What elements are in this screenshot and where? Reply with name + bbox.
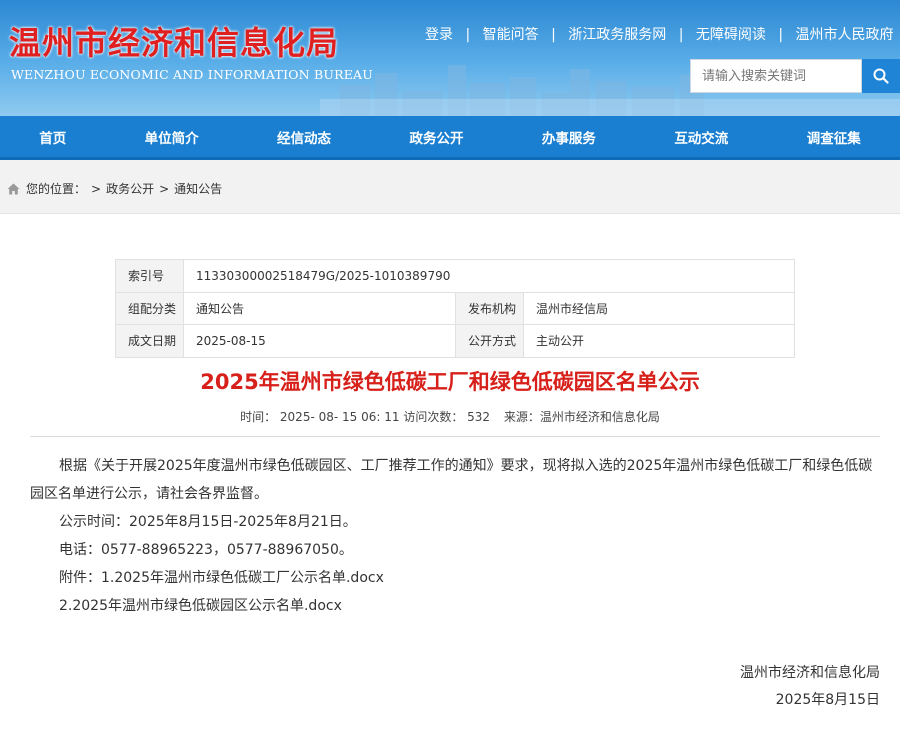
intro-paragraph: 根据《关于开展2025年度温州市绿色低碳园区、工厂推荐工作的通知》要求，现将拟入… bbox=[30, 458, 873, 502]
index-value: 11330300002518479G/2025-1010389790 bbox=[183, 259, 795, 293]
table-row: 索引号 11330300002518479G/2025-1010389790 bbox=[115, 259, 795, 293]
signature-block: 温州市经济和信息化局 2025年8月15日 bbox=[740, 660, 880, 714]
date-value: 2025-08-15 bbox=[183, 324, 456, 358]
breadcrumb-separator: > bbox=[91, 181, 102, 196]
breadcrumb-gov-open[interactable]: 政务公开 bbox=[106, 180, 154, 197]
table-row: 成文日期 2025-08-15 公开方式 主动公开 bbox=[115, 324, 795, 358]
nav-item-services[interactable]: 办事服务 bbox=[532, 127, 606, 147]
divider bbox=[30, 436, 880, 437]
site-header: 温州市经济和信息化局 WENZHOU ECONOMIC AND INFORMAT… bbox=[0, 0, 900, 116]
search-box bbox=[690, 59, 900, 93]
signing-date: 2025年8月15日 bbox=[775, 692, 880, 708]
publisher-value: 温州市经信局 bbox=[523, 291, 795, 325]
breadcrumb-notices[interactable]: 通知公告 bbox=[174, 180, 222, 197]
article-title: 2025年温州市绿色低碳工厂和绿色低碳园区名单公示 bbox=[200, 370, 700, 394]
nav-item-survey[interactable]: 调查征集 bbox=[797, 127, 871, 147]
smart-qa-link[interactable]: 智能问答 bbox=[483, 27, 539, 43]
link-separator: | bbox=[551, 27, 556, 43]
main-nav: 首页 单位简介 经信动态 政务公开 办事服务 互动交流 调查征集 bbox=[0, 116, 900, 160]
article-meta: 时间： 2025- 08- 15 06: 11 访问次数： 532 来源：温州市… bbox=[0, 408, 900, 425]
notice-period: 公示时间：2025年8月15日-2025年8月21日。 bbox=[59, 514, 357, 530]
search-button[interactable] bbox=[862, 59, 900, 93]
nav-item-home[interactable]: 首页 bbox=[29, 127, 76, 147]
site-logo-title[interactable]: 温州市经济和信息化局 bbox=[9, 18, 339, 64]
attachment-line-1: 附件：1.2025年温州市绿色低碳工厂公示名单.docx bbox=[30, 564, 880, 592]
method-value: 主动公开 bbox=[523, 324, 795, 358]
attachment-label: 附件： bbox=[59, 570, 101, 586]
wenzhou-gov-link[interactable]: 温州市人民政府 bbox=[796, 27, 894, 43]
attachment-link-park-list[interactable]: 2.2025年温州市绿色低碳园区公示名单.docx bbox=[59, 598, 342, 614]
visit-count: 访问次数： 532 bbox=[403, 410, 491, 424]
category-label: 组配分类 bbox=[115, 291, 184, 325]
top-links: 登录 | 智能问答 | 浙江政务服务网 | 无障碍阅读 | 温州市人民政府 bbox=[425, 24, 894, 44]
nav-item-about[interactable]: 单位简介 bbox=[135, 127, 209, 147]
link-separator: | bbox=[678, 27, 684, 43]
method-label: 公开方式 bbox=[455, 324, 524, 358]
home-icon bbox=[7, 183, 20, 194]
document-info-table: 索引号 11330300002518479G/2025-1010389790 组… bbox=[115, 259, 795, 358]
attachment-line-2: 2.2025年温州市绿色低碳园区公示名单.docx bbox=[30, 592, 880, 620]
breadcrumb-separator: > bbox=[159, 181, 170, 196]
nav-item-gov-open[interactable]: 政务公开 bbox=[399, 127, 473, 147]
index-label: 索引号 bbox=[115, 259, 184, 293]
accessibility-link[interactable]: 无障碍阅读 bbox=[696, 27, 766, 43]
zj-gov-service-link[interactable]: 浙江政务服务网 bbox=[568, 27, 666, 43]
link-separator: | bbox=[465, 27, 471, 43]
nav-item-interaction[interactable]: 互动交流 bbox=[664, 127, 738, 147]
contact-phone: 电话：0577-88965223，0577-88967050。 bbox=[59, 542, 353, 558]
breadcrumb-label: 您的位置： bbox=[26, 182, 87, 196]
article-source: 来源：温州市经济和信息化局 bbox=[503, 410, 660, 424]
login-link[interactable]: 登录 bbox=[425, 27, 453, 43]
category-value: 通知公告 bbox=[183, 291, 456, 325]
signing-organization: 温州市经济和信息化局 bbox=[740, 665, 880, 681]
search-icon bbox=[873, 68, 889, 84]
breadcrumb: 您的位置： > 政务公开 > 通知公告 bbox=[7, 180, 222, 197]
link-separator: | bbox=[778, 27, 784, 43]
article-body: 根据《关于开展2025年度温州市绿色低碳园区、工厂推荐工作的通知》要求，现将拟入… bbox=[30, 452, 880, 620]
date-label: 成文日期 bbox=[115, 324, 184, 358]
site-logo-subtitle: WENZHOU ECONOMIC AND INFORMATION BUREAU bbox=[11, 67, 374, 82]
nav-item-news[interactable]: 经信动态 bbox=[267, 127, 341, 147]
breadcrumb-bar: 您的位置： > 政务公开 > 通知公告 bbox=[0, 160, 900, 214]
publish-time: 时间： 2025- 08- 15 06: 11 bbox=[240, 410, 400, 424]
search-input[interactable] bbox=[690, 59, 862, 93]
publisher-label: 发布机构 bbox=[455, 291, 524, 325]
table-row: 组配分类 通知公告 发布机构 温州市经信局 bbox=[115, 291, 795, 325]
attachment-link-factory-list[interactable]: 1.2025年温州市绿色低碳工厂公示名单.docx bbox=[101, 570, 384, 586]
